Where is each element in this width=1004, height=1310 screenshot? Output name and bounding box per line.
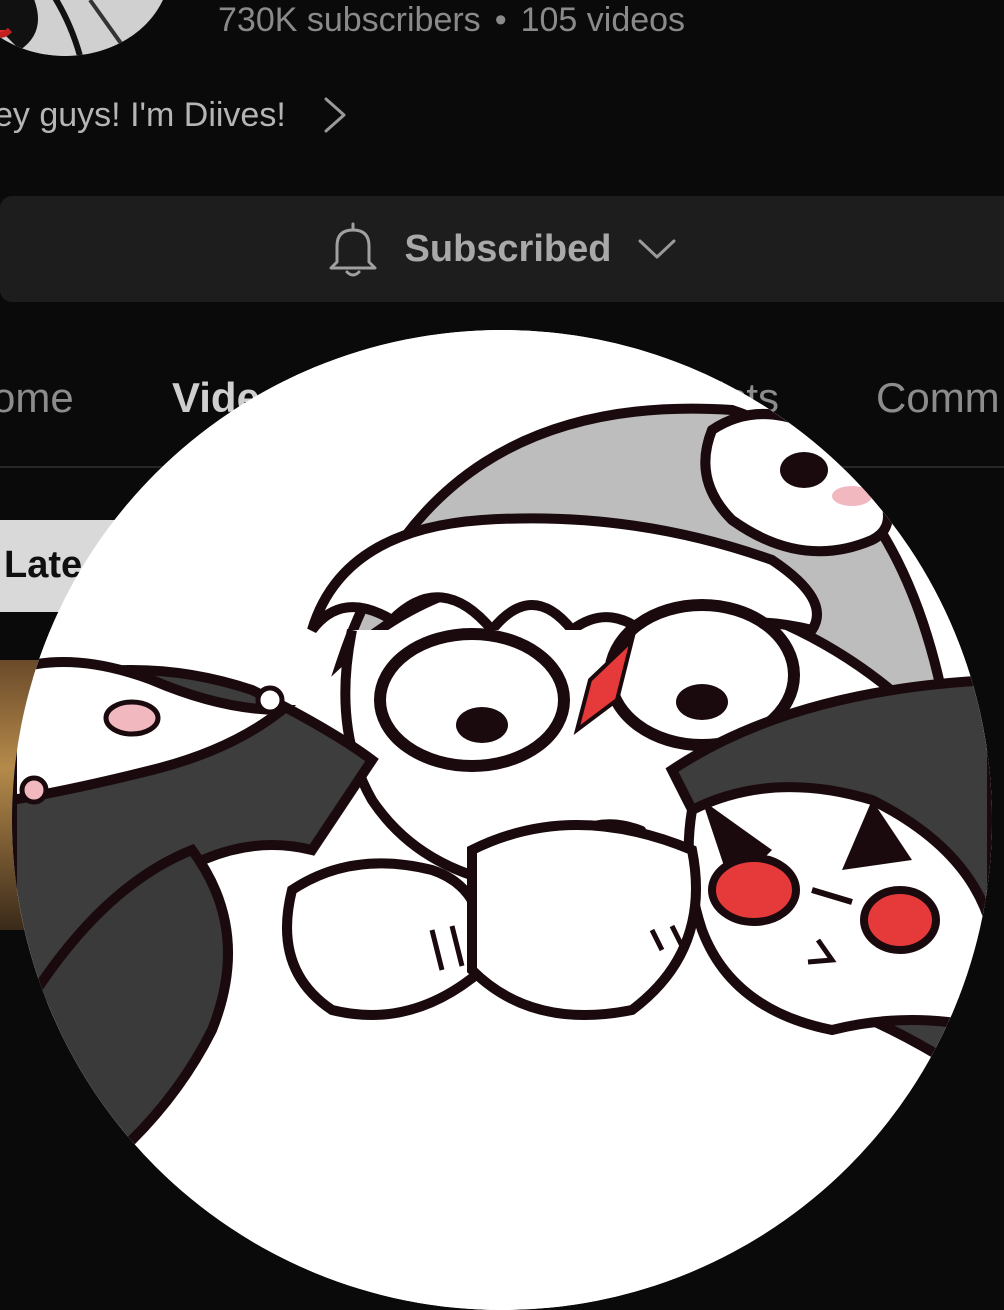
chevron-down-icon <box>637 237 677 261</box>
chevron-right-icon[interactable] <box>322 95 348 135</box>
video-count: 105 videos <box>520 1 686 39</box>
bell-icon <box>327 220 379 278</box>
filter-chip-label: Late <box>4 544 83 586</box>
subscribed-button[interactable]: Subscribed <box>0 196 1004 302</box>
profile-picture-preview[interactable] <box>12 330 992 1310</box>
channel-description[interactable]: ey guys! I'm Diives! <box>0 92 348 138</box>
tab-community[interactable]: Comm <box>876 374 1000 422</box>
subscribed-label: Subscribed <box>404 227 612 270</box>
tab-home[interactable]: ome <box>0 374 74 422</box>
channel-stats: 730K subscribers • 105 videos <box>218 0 685 40</box>
description-text: ey guys! I'm Diives! <box>0 95 286 134</box>
stats-separator: • <box>494 1 507 39</box>
subscriber-count: 730K subscribers <box>218 1 481 39</box>
channel-avatar[interactable] <box>0 0 170 56</box>
